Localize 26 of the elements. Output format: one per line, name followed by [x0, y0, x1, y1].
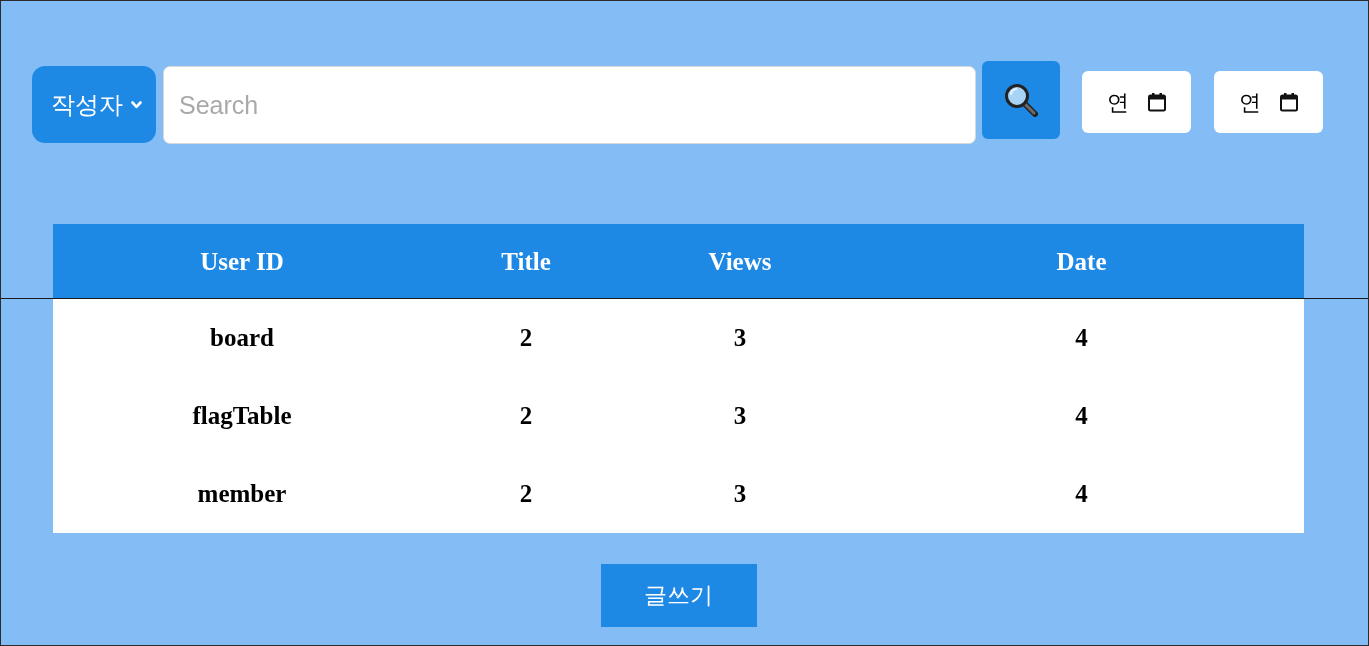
table-cell: 3	[621, 299, 859, 377]
search-icon	[1004, 83, 1038, 117]
table-cell: flagTable	[53, 377, 431, 455]
table-cell: 3	[621, 377, 859, 455]
table-cell: member	[53, 455, 431, 533]
table-cell: 3	[621, 455, 859, 533]
chevron-down-icon	[130, 100, 142, 109]
table-cell: 4	[859, 299, 1304, 377]
table-cell: 2	[431, 377, 621, 455]
search-button[interactable]	[982, 61, 1060, 139]
filter-dropdown[interactable]: 작성자	[32, 66, 156, 143]
date-field[interactable]: 연	[1082, 71, 1191, 133]
column-header: Date	[859, 224, 1304, 299]
column-header: Views	[621, 224, 859, 299]
column-header: Title	[431, 224, 621, 299]
table-cell: 2	[431, 455, 621, 533]
search-field[interactable]: Search	[163, 66, 976, 144]
column-header: User ID	[53, 224, 431, 299]
table-cell: 2	[431, 299, 621, 377]
table-cell: 4	[859, 377, 1304, 455]
table-cell: 4	[859, 455, 1304, 533]
table-cell: board	[53, 299, 431, 377]
calendar-icon	[1146, 92, 1167, 112]
calendar-icon	[1278, 92, 1299, 112]
write-button[interactable]: 글쓰기	[600, 564, 757, 627]
date-field[interactable]: 연	[1214, 71, 1323, 133]
